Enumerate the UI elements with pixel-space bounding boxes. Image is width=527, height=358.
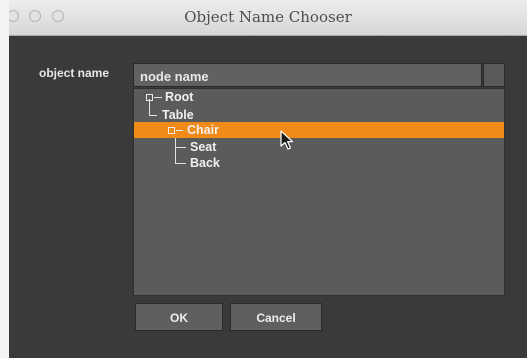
tree-item-label: Seat — [190, 140, 217, 154]
tree-branch-line — [176, 130, 183, 131]
object-name-label: object name — [39, 66, 110, 80]
object-tree[interactable]: Root Table Chair Seat Back — [133, 88, 505, 296]
minus-square-icon[interactable] — [146, 94, 153, 101]
window-title: Object Name Chooser — [184, 8, 352, 26]
object-name-input[interactable] — [133, 63, 482, 87]
cancel-button[interactable]: Cancel — [230, 303, 322, 331]
ok-button[interactable]: OK — [135, 303, 223, 331]
tree-item-label: Root — [165, 90, 194, 104]
tree-item-chair[interactable]: Chair — [134, 122, 504, 138]
minus-square-icon[interactable] — [168, 127, 175, 134]
tree-item-label: Back — [190, 156, 220, 170]
title-bar: Object Name Chooser — [9, 0, 527, 36]
tree-item-label: Chair — [187, 123, 219, 137]
object-name-dropdown-button[interactable] — [483, 63, 505, 87]
tree-item-label: Table — [162, 108, 194, 122]
arrow-cursor-icon — [280, 130, 294, 150]
object-name-chooser-window: Object Name Chooser object name Root Tab… — [9, 0, 527, 358]
object-name-field — [133, 63, 505, 87]
tree-branch-line — [154, 97, 162, 98]
